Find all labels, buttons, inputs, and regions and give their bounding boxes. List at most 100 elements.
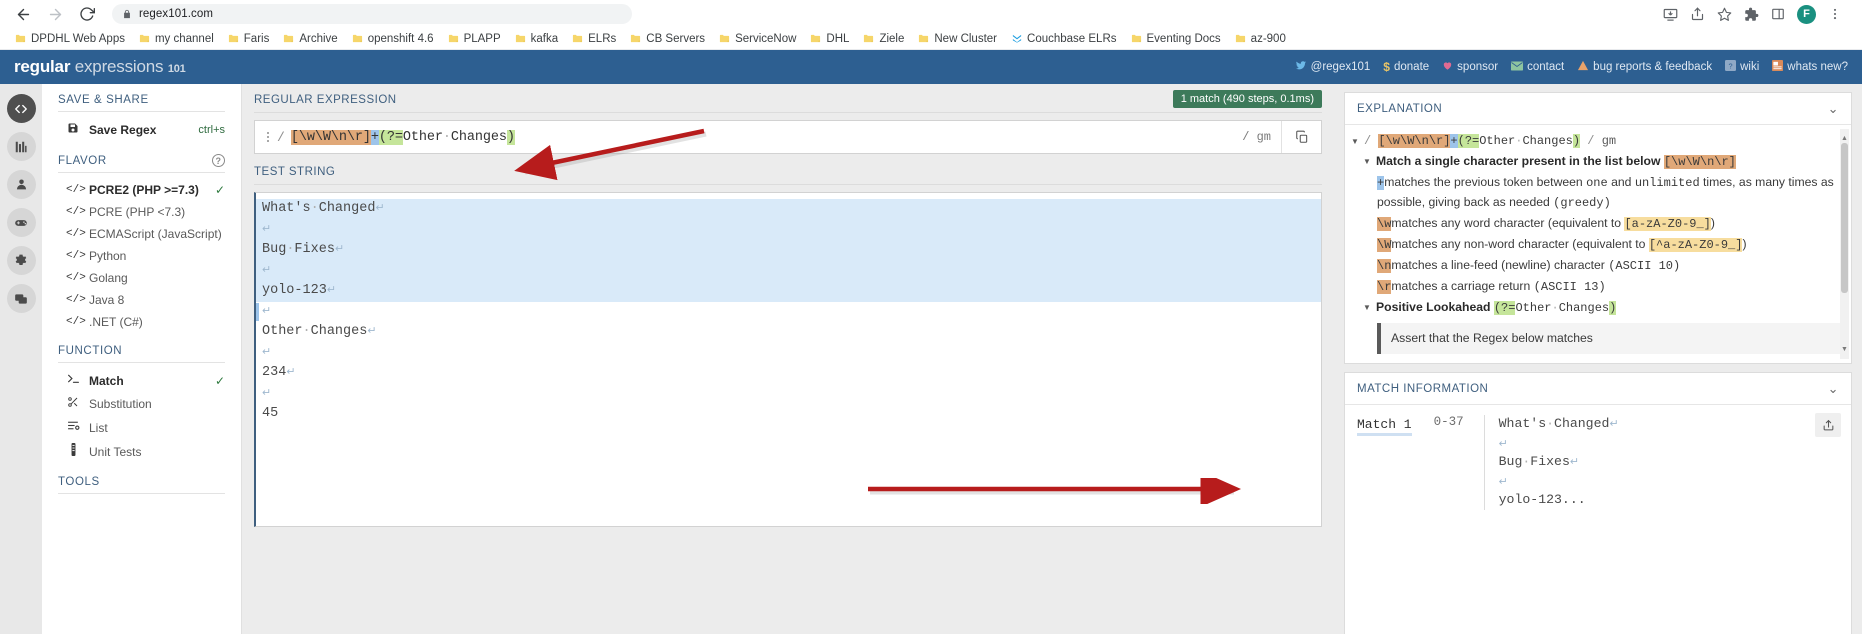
bookmark-item[interactable]: ELRs xyxy=(565,31,623,47)
bookmark-item[interactable]: openshift 4.6 xyxy=(345,31,441,47)
install-icon[interactable] xyxy=(1657,1,1683,27)
bookmark-label: CB Servers xyxy=(646,32,706,45)
test-string-line[interactable]: What's·Changed↵ xyxy=(256,199,1321,220)
newline-glyph: ↵ xyxy=(1498,438,1508,451)
logo-light: expressions xyxy=(70,57,164,76)
test-string-line[interactable]: 45 xyxy=(256,404,1321,425)
account-icon[interactable] xyxy=(6,170,36,199)
flavor-item-pcre-php-7-3[interactable]: </> PCRE (PHP <7.3) xyxy=(58,201,225,223)
bookmark-item[interactable]: kafka xyxy=(508,31,566,47)
gamepad-icon[interactable] xyxy=(6,208,36,237)
regex-input-box[interactable]: / [\w\W\n\r]+(?=Other·Changes) / gm xyxy=(254,120,1322,154)
bookmark-item[interactable]: Faris xyxy=(221,31,277,47)
flavor-item-pcre2-php-7-3[interactable]: </> PCRE2 (PHP >=7.3) ✓ xyxy=(58,179,225,201)
collapse-triangle-icon[interactable]: ▼ xyxy=(1363,152,1372,171)
bookmark-item[interactable]: Ziele xyxy=(856,31,911,47)
news-icon xyxy=(1772,60,1784,74)
test-string-label: TEST STRING xyxy=(254,166,1322,185)
header-link--regex101[interactable]: @regex101 xyxy=(1295,60,1370,74)
regex-input[interactable]: [\w\W\n\r]+(?=Other·Changes) xyxy=(290,129,1232,145)
function-item-match[interactable]: Match ✓ xyxy=(58,369,225,392)
chrome-menu-icon[interactable] xyxy=(1822,1,1848,27)
flavor-item-ecmascript-javascript[interactable]: </> ECMAScript (JavaScript) xyxy=(58,223,225,245)
bookmark-item[interactable]: Couchbase ELRs xyxy=(1004,31,1124,47)
flavor-item-net-c[interactable]: </> .NET (C#) xyxy=(58,311,225,333)
site-logo[interactable]: regular expressions 101 xyxy=(14,57,186,77)
extensions-icon[interactable] xyxy=(1738,1,1764,27)
bookmark-star-icon[interactable] xyxy=(1711,1,1737,27)
bookmark-item[interactable]: DHL xyxy=(803,31,856,47)
expand-triangle-icon[interactable]: ▶ xyxy=(1377,360,1386,363)
flavor-item-golang[interactable]: </> Golang xyxy=(58,267,225,289)
forward-button[interactable] xyxy=(42,1,68,27)
test-string-line[interactable]: ↵ xyxy=(256,219,1321,240)
check-icon: ✓ xyxy=(214,373,225,388)
header-link-donate[interactable]: $ donate xyxy=(1383,61,1429,74)
flavor-item-python[interactable]: </> Python xyxy=(58,245,225,267)
test-string-line[interactable]: 234↵ xyxy=(256,363,1321,384)
tools-title: TOOLS xyxy=(58,476,100,488)
explanation-header[interactable]: EXPLANATION ⌄ xyxy=(1345,93,1851,125)
test-string-line[interactable]: ↵ xyxy=(256,343,1321,364)
test-string-line[interactable]: Bug·Fixes↵ xyxy=(256,240,1321,261)
header-link-wiki[interactable]: ? wiki xyxy=(1725,60,1759,74)
right-panel: EXPLANATION ⌄ ▼ / [\w\W\n\r]+(?=Other·Ch… xyxy=(1334,84,1862,634)
function-item-unit-tests[interactable]: Unit Tests xyxy=(58,439,225,464)
function-item-list[interactable]: List xyxy=(58,416,225,439)
code-icon[interactable] xyxy=(6,94,36,123)
export-icon[interactable] xyxy=(1815,413,1841,437)
test-string-line[interactable]: yolo-123↵ xyxy=(256,281,1321,302)
test-string-line[interactable]: Other·Changes↵ xyxy=(256,322,1321,343)
copy-icon[interactable] xyxy=(1281,121,1321,153)
test-string-editor[interactable]: What's·Changed↵ ↵ Bug·Fixes↵ ↵ yolo-123↵ ↵ Oth… xyxy=(254,192,1322,527)
sidebar-item-save-regex[interactable]: Save Regex ctrl+s xyxy=(58,118,225,142)
bookmark-item[interactable]: az-900 xyxy=(1228,31,1293,47)
regex-options-icon[interactable] xyxy=(263,132,273,142)
flavor-item-java-8[interactable]: </> Java 8 xyxy=(58,289,225,311)
header-link-bug-reports-feedback[interactable]: bug reports & feedback xyxy=(1577,60,1712,74)
scrollbar-thumb[interactable] xyxy=(1841,143,1848,293)
bookmark-item[interactable]: CB Servers xyxy=(623,31,712,47)
function-item-substitution[interactable]: Substitution xyxy=(58,392,225,416)
address-bar[interactable]: regex101.com xyxy=(112,4,632,24)
scroll-down-icon[interactable]: ▼ xyxy=(1840,340,1849,359)
back-button[interactable] xyxy=(10,1,36,27)
test-string-line[interactable]: ↵ xyxy=(256,302,1321,323)
charclass-code: [\w\W\n\r] xyxy=(1663,155,1736,169)
header-link-sponsor[interactable]: sponsor xyxy=(1442,60,1498,74)
sidepanel-icon[interactable] xyxy=(1765,1,1791,27)
bookmark-item[interactable]: PLAPP xyxy=(441,31,508,47)
test-string-line[interactable]: ↵ xyxy=(256,260,1321,281)
code-icon: </> xyxy=(66,272,86,284)
test-string-line[interactable]: ↵ xyxy=(256,384,1321,405)
bookmark-item[interactable]: Eventing Docs xyxy=(1124,31,1228,47)
chevron-down-icon[interactable]: ⌄ xyxy=(1828,381,1839,397)
bookmark-item[interactable]: ServiceNow xyxy=(712,31,803,47)
sidebar-section-function: FUNCTION xyxy=(58,345,225,363)
match-label[interactable]: Match 1 xyxy=(1357,417,1412,436)
help-icon[interactable]: ? xyxy=(212,154,225,167)
header-link-whats-new-[interactable]: whats new? xyxy=(1772,60,1848,74)
regex-flags[interactable]: / gm xyxy=(1232,130,1281,144)
library-icon[interactable] xyxy=(6,132,36,161)
header-link-contact[interactable]: contact xyxy=(1511,61,1564,74)
newline-glyph: ↵ xyxy=(286,367,296,379)
bookmark-item[interactable]: DPDHL Web Apps xyxy=(8,31,132,47)
bookmark-item[interactable]: my channel xyxy=(132,31,221,47)
bookmark-item[interactable]: Archive xyxy=(276,31,344,47)
collapse-triangle-icon[interactable]: ▼ xyxy=(1363,298,1372,317)
bookmark-item[interactable]: New Cluster xyxy=(911,31,1004,47)
match-text-line: What's·Changed↵ xyxy=(1498,416,1619,431)
avatar[interactable]: F xyxy=(1797,4,1816,24)
explanation-scrollbar[interactable]: ▲ ▼ xyxy=(1840,129,1849,359)
chat-icon[interactable] xyxy=(6,284,36,313)
reload-button[interactable] xyxy=(74,1,100,27)
share-icon[interactable] xyxy=(1684,1,1710,27)
svg-text:?: ? xyxy=(1729,61,1733,70)
gear-icon[interactable] xyxy=(6,246,36,275)
flavor-label: Golang xyxy=(89,271,128,285)
function-list: Match ✓ Substitution List Unit Tests xyxy=(58,369,225,464)
chevron-down-icon[interactable]: ⌄ xyxy=(1828,101,1839,117)
match-information-header[interactable]: MATCH INFORMATION ⌄ xyxy=(1345,373,1851,405)
collapse-triangle-icon[interactable]: ▼ xyxy=(1351,132,1360,151)
